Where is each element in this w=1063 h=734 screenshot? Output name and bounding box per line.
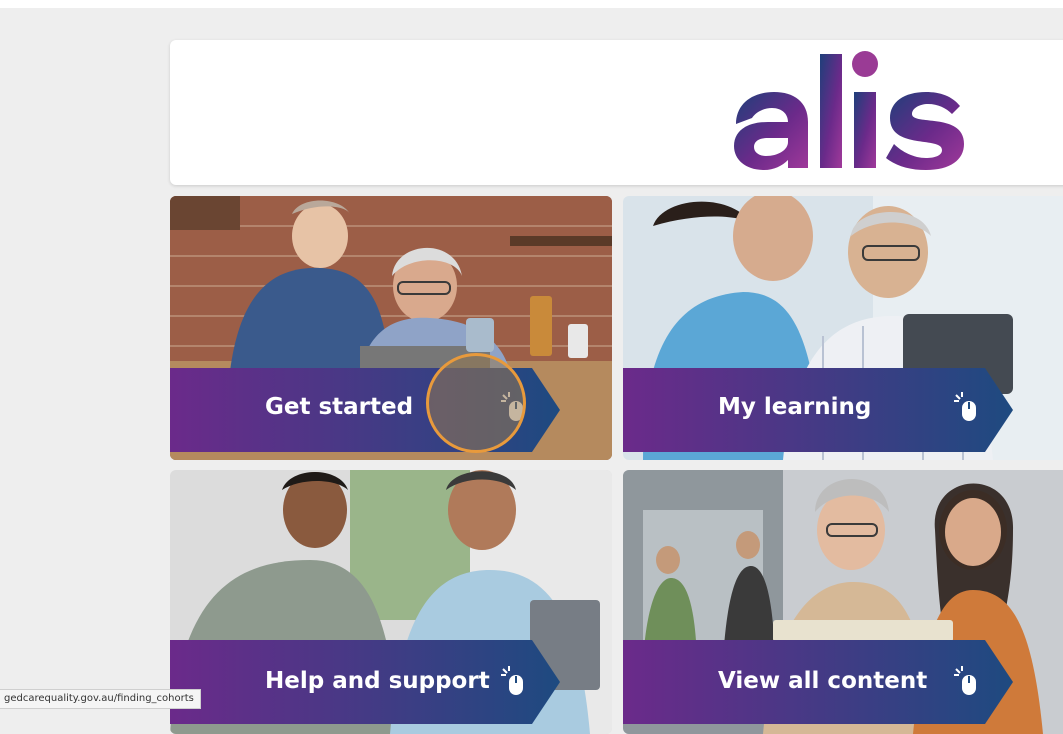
tile-my-learning[interactable]: My learning — [623, 196, 1063, 460]
tile-label: Get started — [265, 394, 414, 420]
mouse-click-icon — [954, 666, 976, 695]
tile-label: My learning — [718, 394, 872, 420]
tile-label: View all content — [718, 668, 928, 694]
alis-logo[interactable] — [728, 46, 968, 176]
tile-help-and-support[interactable]: Help and support — [170, 470, 612, 734]
mouse-click-icon — [501, 666, 523, 695]
status-bar-url: gedcarequality.gov.au/finding_cohorts — [0, 689, 201, 709]
tile-view-all-content[interactable]: View all content — [623, 470, 1063, 734]
mouse-click-icon — [501, 392, 523, 421]
tile-label: Help and support — [265, 668, 490, 694]
tile-get-started[interactable]: Get started — [170, 196, 612, 460]
top-strip — [0, 0, 1063, 8]
mouse-click-icon — [954, 392, 976, 421]
